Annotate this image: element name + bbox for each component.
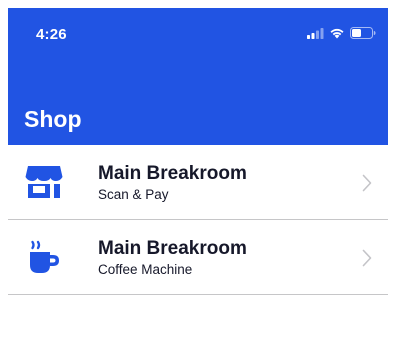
screenshot-frame: 4:26 Shop Main Breakroom Scan & Pay Main… — [0, 0, 398, 357]
row-subtitle: Coffee Machine — [98, 262, 193, 277]
battery-icon — [350, 27, 376, 39]
store-icon — [25, 166, 63, 198]
row-title: Main Breakroom — [98, 238, 247, 259]
list-item-scan-and-pay[interactable]: Main Breakroom Scan & Pay — [8, 145, 388, 220]
app-screen: 4:26 Shop Main Breakroom Scan & Pay Main… — [8, 8, 388, 357]
shop-list: Main Breakroom Scan & Pay Main Breakroom… — [8, 145, 388, 295]
status-icons — [307, 27, 376, 39]
status-bar: 4:26 — [8, 8, 388, 52]
app-header: 4:26 Shop — [8, 8, 388, 145]
page-title: Shop — [24, 106, 82, 132]
signal-bars-icon — [307, 27, 324, 39]
wifi-icon — [330, 28, 344, 39]
coffee-cup-icon — [30, 240, 59, 273]
row-title: Main Breakroom — [98, 163, 247, 184]
status-time: 4:26 — [36, 26, 67, 43]
chevron-right-icon — [362, 249, 372, 267]
chevron-right-icon — [362, 174, 372, 192]
row-subtitle: Scan & Pay — [98, 187, 169, 202]
list-item-coffee-machine[interactable]: Main Breakroom Coffee Machine — [8, 220, 388, 295]
